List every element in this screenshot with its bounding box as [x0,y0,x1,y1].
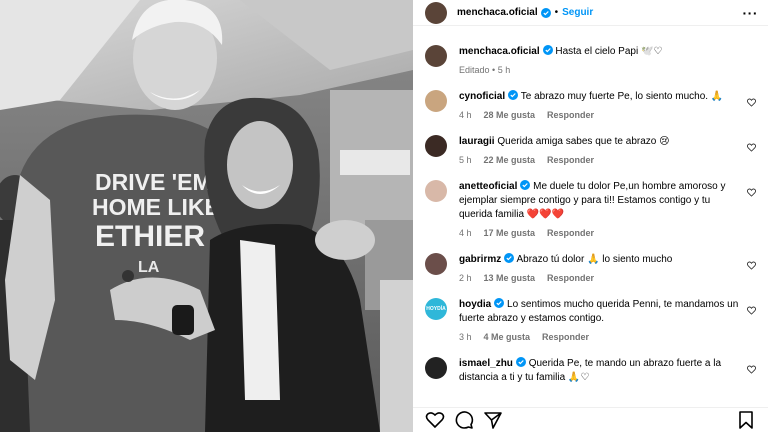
reply-button[interactable]: Responder [547,271,594,285]
verified-icon [515,357,526,367]
comment-item: anetteoficial Me duele tu dolor Pe,un ho… [425,180,758,240]
verified-icon [504,253,515,263]
post-photo[interactable]: DRIVE 'EM HOME LIKE ETHIER LA [0,0,413,432]
comment-username[interactable]: anetteoficial [459,181,517,192]
heart-icon[interactable] [425,410,445,430]
post-sidebar: menchaca.oficial • Seguir ··· menchaca.o… [413,0,768,432]
comment-likes[interactable]: 28 Me gusta [484,108,536,122]
bookmark-icon[interactable] [736,410,756,430]
comment-time: 2 h [459,273,472,283]
reply-button[interactable]: Responder [547,153,594,167]
comment-username[interactable]: cynoficial [459,91,505,102]
more-icon[interactable]: ··· [743,6,759,20]
comment-likes[interactable]: 17 Me gusta [484,226,536,240]
reply-button[interactable]: Responder [542,330,589,344]
action-bar [413,407,768,432]
follow-button[interactable]: Seguir [562,7,593,18]
caption: menchaca.oficial Hasta el cielo Papi 🕊️♡… [425,45,758,77]
comment-text: Te abrazo muy fuerte Pe, lo siento mucho… [520,91,724,102]
verified-icon [520,180,531,190]
comment-likes[interactable]: 4 Me gusta [484,330,531,344]
comment-username[interactable]: hoydia [459,299,491,310]
shirt-logo: LA [138,259,160,276]
comment-item: lauragii Querida amiga sabes que te abra… [425,135,758,167]
shirt-text-line-2: HOME LIKE [92,194,220,220]
comment-avatar[interactable] [425,253,447,275]
post-header: menchaca.oficial • Seguir ··· [413,0,768,26]
verified-icon [542,45,553,55]
author-username[interactable]: menchaca.oficial [457,7,538,18]
heart-icon[interactable] [747,365,756,374]
caption-text: Hasta el cielo Papi 🕊️♡ [555,46,663,57]
comment-time: 4 h [459,110,472,120]
comment-item: ismael_zhu Querida Pe, te mando un abraz… [425,357,758,385]
heart-icon[interactable] [747,143,756,152]
author-avatar-small[interactable] [425,45,447,67]
comment-username[interactable]: ismael_zhu [459,358,513,369]
heart-icon[interactable] [747,306,756,315]
comment-avatar[interactable] [425,180,447,202]
comment-time: 3 h [459,332,472,342]
shirt-text-line-1: DRIVE 'EM [95,169,212,195]
header-separator: • [554,7,559,18]
comment-likes[interactable]: 22 Me gusta [484,153,536,167]
comment-icon[interactable] [454,410,474,430]
reply-button[interactable]: Responder [547,226,594,240]
comment-username[interactable]: gabrirmz [459,254,501,265]
meta-separator: • [489,65,498,75]
comment-item: HOYDÍA hoydia Lo sentimos mucho querida … [425,298,758,344]
verified-icon [508,90,519,100]
heart-icon[interactable] [747,261,756,270]
instagram-post: DRIVE 'EM HOME LIKE ETHIER LA menchaca.o… [0,0,768,432]
comment-text: Abrazo tú dolor 🙏 lo siento mucho [516,254,673,265]
author-avatar[interactable] [425,1,447,24]
caption-time: 5 h [497,65,511,75]
comment-likes[interactable]: 13 Me gusta [484,271,536,285]
share-icon[interactable] [483,410,503,430]
comments-list[interactable]: menchaca.oficial Hasta el cielo Papi 🕊️♡… [413,26,768,407]
verified-icon [540,7,551,18]
comment-avatar[interactable] [425,90,447,112]
comment-time: 5 h [459,155,472,165]
heart-icon[interactable] [747,98,756,107]
photo-image: DRIVE 'EM HOME LIKE ETHIER LA [0,0,413,432]
comment-item: gabrirmz Abrazo tú dolor 🙏 lo siento muc… [425,253,758,285]
comment-avatar[interactable] [425,135,447,157]
comment-time: 4 h [459,228,472,238]
comment-avatar[interactable] [425,357,447,379]
caption-username[interactable]: menchaca.oficial [459,46,540,57]
comment-text: Querida amiga sabes que te abrazo 😢 [497,136,670,147]
shirt-text-line-3: ETHIER [95,220,205,253]
reply-button[interactable]: Responder [547,108,594,122]
verified-icon [494,298,505,308]
caption-edited: Editado [459,65,490,75]
comment-item: cynoficial Te abrazo muy fuerte Pe, lo s… [425,90,758,122]
heart-icon[interactable] [747,188,756,197]
comment-username[interactable]: lauragii [459,136,495,147]
comment-avatar[interactable]: HOYDÍA [425,298,447,320]
